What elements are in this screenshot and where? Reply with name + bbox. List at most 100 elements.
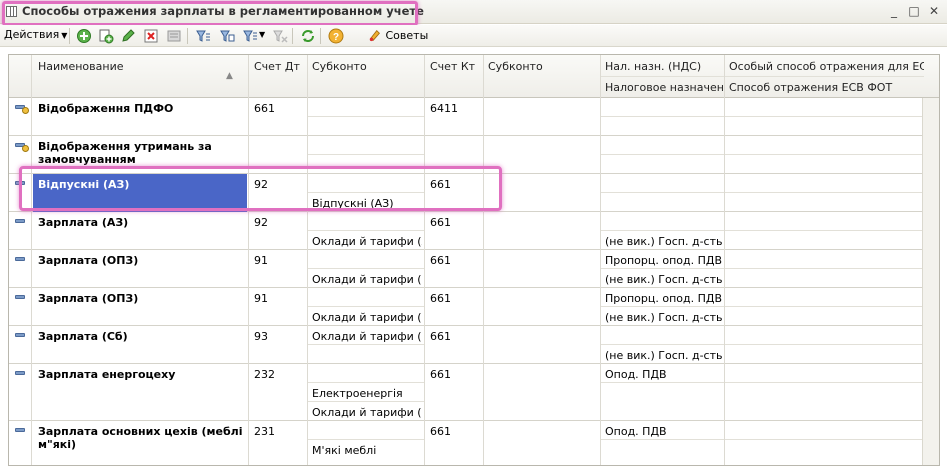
cell-debit[interactable]: 91 <box>254 292 304 305</box>
data-grid[interactable]: Наименование ▲ Счет Дт Субконто Счет Кт … <box>8 54 940 466</box>
close-button[interactable]: ✕ <box>927 4 941 18</box>
cell-debit[interactable]: 91 <box>254 254 304 267</box>
cell-subconto[interactable]: Оклади й тарифи (А... <box>312 235 422 248</box>
table-row[interactable]: Відпускні (АЗ) 92 Відпускні (АЗ) 661 <box>9 174 939 212</box>
cell-subconto[interactable]: Оклади й тарифи (... <box>312 311 422 324</box>
cell-name[interactable]: Зарплата (ОПЗ) <box>38 254 243 267</box>
cell-vat[interactable]: Пропорц. опод. ПДВ <box>605 254 723 267</box>
cell-name[interactable]: Відображення ПДФО <box>38 102 243 115</box>
subrow-divider <box>307 268 424 269</box>
cell-tax-purpose[interactable]: (не вик.) Госп. д-сть <box>605 235 723 248</box>
chevron-down-icon[interactable]: ▼ <box>259 30 265 39</box>
cell-name[interactable]: Зарплата (ОПЗ) <box>38 292 243 305</box>
cell-tax-purpose[interactable]: (не вик.) Госп. д-сть <box>605 273 723 286</box>
column-header-name[interactable]: Наименование <box>38 60 238 73</box>
maximize-button[interactable]: □ <box>907 4 921 18</box>
subrow-divider <box>600 192 724 193</box>
cell-debit[interactable]: 92 <box>254 216 304 229</box>
column-header-debit[interactable]: Счет Дт <box>254 60 309 73</box>
column-divider <box>724 55 725 465</box>
column-header-subconto[interactable]: Субконто <box>312 60 422 73</box>
cell-subconto[interactable]: Відпускні (АЗ) <box>312 197 422 210</box>
column-header-subconto-credit[interactable]: Субконто <box>488 60 598 73</box>
table-row[interactable]: Зарплата (Сб) 93 Оклади й тарифи (Сб) 661 (н… <box>9 326 939 364</box>
subrow-divider <box>307 344 424 345</box>
actions-menu-button[interactable]: Действия ▼ <box>4 28 67 41</box>
cell-credit[interactable]: 6411 <box>430 102 480 115</box>
table-row[interactable]: Зарплата (ОПЗ) 91 Оклади й тарифи (... 661 П… <box>9 288 939 326</box>
filter-icon[interactable] <box>195 28 211 44</box>
column-divider <box>307 55 308 465</box>
cell-debit[interactable]: 92 <box>254 178 304 191</box>
help-icon[interactable]: ? <box>328 28 344 44</box>
cell-vat[interactable]: Опод. ПДВ <box>605 368 723 381</box>
cell-debit[interactable]: 231 <box>254 425 304 438</box>
subrow-divider <box>724 192 924 193</box>
cell-subconto[interactable]: Оклади й тарифи (... <box>312 273 422 286</box>
cell-name[interactable]: Зарплата (Сб) <box>38 330 243 343</box>
cell-vat[interactable]: Опод. ПДВ <box>605 425 723 438</box>
subrow-divider <box>307 382 424 383</box>
cell-tax-purpose[interactable]: (не вик.) Госп. д-сть <box>605 311 723 324</box>
cell-debit[interactable]: 232 <box>254 368 304 381</box>
filter-value-icon[interactable] <box>219 28 235 44</box>
cell-credit[interactable]: 661 <box>430 216 480 229</box>
column-header-vat[interactable]: Нал. назн. (НДС) <box>605 60 725 73</box>
cell-subconto[interactable]: М'які меблі <box>312 444 422 457</box>
cell-name[interactable]: Зарплата основних цехів (меблі м"які) <box>38 425 243 451</box>
subrow-divider <box>724 116 924 117</box>
sort-ascending-icon: ▲ <box>226 71 233 81</box>
cell-subconto[interactable]: Оклади й тарифи (... <box>312 406 422 419</box>
table-row[interactable]: Зарплата (ОПЗ) 91 Оклади й тарифи (... 661 П… <box>9 250 939 288</box>
subrow-divider <box>600 154 724 155</box>
cell-name[interactable]: Зарплата (АЗ) <box>38 216 243 229</box>
filter-settings-icon[interactable] <box>242 28 258 44</box>
table-row[interactable]: Відображення ПДФО 661 6411 <box>9 98 939 136</box>
list-item-icon <box>15 428 25 432</box>
minimize-button[interactable]: _ <box>887 4 901 18</box>
table-row[interactable]: Зарплата основних цехів (меблі м"які) 231… <box>9 421 939 465</box>
list-item-icon <box>15 371 25 375</box>
post-icon[interactable] <box>166 28 182 44</box>
cell-subconto[interactable]: Оклади й тарифи (Сб) <box>312 330 422 343</box>
subrow-divider <box>600 230 724 231</box>
subrow-divider <box>307 306 424 307</box>
refresh-icon[interactable] <box>300 28 316 44</box>
column-header-esv-special[interactable]: Особый способ отражения для ЕС... <box>729 60 924 73</box>
column-header-esv-fot[interactable]: Способ отражения ЕСВ ФОТ <box>729 81 924 94</box>
title-highlight-frame <box>2 1 418 26</box>
cell-credit[interactable]: 661 <box>430 425 480 438</box>
cell-tax-purpose[interactable]: (не вик.) Госп. д-сть <box>605 349 723 362</box>
clear-filter-icon[interactable] <box>272 28 288 44</box>
cell-name[interactable]: Відображення утримань за замовчуванням <box>38 140 243 166</box>
cell-name[interactable]: Відпускні (АЗ) <box>38 178 243 191</box>
copy-icon[interactable] <box>98 28 114 44</box>
cell-credit[interactable]: 661 <box>430 254 480 267</box>
actions-label: Действия <box>4 28 60 41</box>
cell-credit[interactable]: 661 <box>430 330 480 343</box>
table-row[interactable]: Зарплата енергоцеху 232 Електроенергія Окла… <box>9 364 939 421</box>
cell-vat[interactable]: Пропорц. опод. ПДВ <box>605 292 723 305</box>
vertical-scrollbar[interactable] <box>922 98 939 465</box>
table-row[interactable]: Відображення утримань за замовчуванням <box>9 136 939 174</box>
cell-credit[interactable]: 661 <box>430 178 480 191</box>
folder-item-icon <box>15 105 29 114</box>
subrow-divider <box>724 382 924 383</box>
cell-name[interactable]: Зарплата енергоцеху <box>38 368 243 381</box>
subrow-divider <box>600 439 724 440</box>
add-icon[interactable] <box>76 28 92 44</box>
delete-icon[interactable] <box>143 28 159 44</box>
subrow-divider <box>724 344 924 345</box>
cell-credit[interactable]: 661 <box>430 368 480 381</box>
table-row[interactable]: Зарплата (АЗ) 92 Оклади й тарифи (А... 661 (… <box>9 212 939 250</box>
advice-button[interactable]: Советы <box>368 28 428 42</box>
cell-subconto[interactable]: Електроенергія <box>312 387 422 400</box>
cell-debit[interactable]: 661 <box>254 102 304 115</box>
subrow-divider <box>724 306 924 307</box>
cell-debit[interactable]: 93 <box>254 330 304 343</box>
cell-credit[interactable]: 661 <box>430 292 480 305</box>
column-header-tax-purpose[interactable]: Налоговое назначен... <box>605 81 725 94</box>
column-header-credit[interactable]: Счет Кт <box>430 60 485 73</box>
edit-icon[interactable] <box>120 28 136 44</box>
column-divider <box>483 55 484 465</box>
